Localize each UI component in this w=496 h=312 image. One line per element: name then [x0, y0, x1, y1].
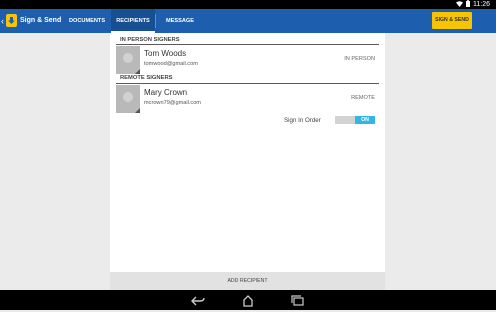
avatar-placeholder-icon: [123, 53, 133, 63]
section-divider: [116, 44, 379, 45]
system-nav-bar: [0, 290, 496, 310]
status-bar: 11:26: [0, 0, 496, 9]
signer-type-badge: IN PERSON: [344, 56, 375, 62]
section-divider: [116, 83, 379, 84]
status-icons: 11:26: [456, 0, 490, 9]
avatar[interactable]: [116, 46, 140, 74]
avatar[interactable]: [116, 85, 140, 113]
signer-row-in-person[interactable]: Tom Woods tomwood@gmail.com IN PERSON: [116, 46, 379, 74]
tab-documents[interactable]: DOCUMENTS: [69, 9, 105, 33]
signer-name: Tom Woods: [144, 49, 187, 58]
tab-recipients[interactable]: RECIPIENTS: [111, 9, 155, 33]
add-recipient-button[interactable]: ADD RECIPIENT: [110, 272, 385, 290]
app-logo-icon[interactable]: [6, 14, 17, 27]
battery-icon: [466, 0, 470, 9]
tab-message[interactable]: MESSAGE: [166, 9, 194, 33]
in-person-signers-header: IN PERSON SIGNERS: [120, 37, 180, 43]
signer-email: mcrown79@gmail.com: [144, 100, 201, 106]
recents-icon[interactable]: [291, 294, 305, 306]
tab-divider: [155, 14, 156, 28]
recipients-panel: IN PERSON SIGNERS Tom Woods tomwood@gmai…: [110, 33, 385, 290]
home-icon[interactable]: [241, 294, 255, 307]
avatar-placeholder-icon: [123, 92, 133, 102]
sign-in-order-toggle[interactable]: ON: [335, 116, 375, 124]
app-bar: ‹ Sign & Send DOCUMENTS RECIPIENTS MESSA…: [0, 9, 496, 33]
signer-name: Mary Crown: [144, 88, 188, 97]
signer-row-remote[interactable]: Mary Crown mcrown79@gmail.com REMOTE: [116, 85, 379, 113]
back-icon[interactable]: [191, 294, 205, 306]
back-chevron-icon[interactable]: ‹: [1, 15, 4, 27]
app-title: Sign & Send: [20, 17, 62, 24]
avatar-corner-icon: [135, 108, 140, 113]
status-time: 11:26: [473, 1, 490, 8]
signer-email: tomwood@gmail.com: [144, 61, 198, 67]
remote-signers-header: REMOTE SIGNERS: [120, 75, 173, 81]
signer-type-badge: REMOTE: [351, 95, 375, 101]
toggle-state: ON: [355, 116, 375, 124]
wifi-icon: [456, 0, 463, 9]
sign-and-send-button[interactable]: SIGN & SEND: [432, 12, 472, 29]
sign-in-order-label: Sign In Order: [284, 117, 321, 124]
